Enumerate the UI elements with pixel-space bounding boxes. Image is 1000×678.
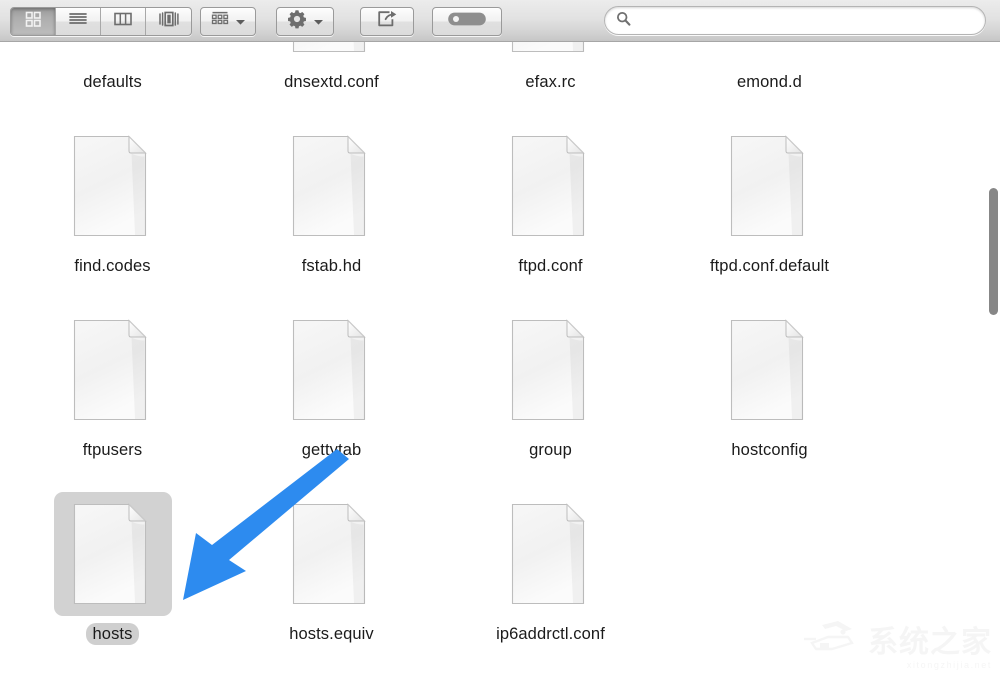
gear-icon — [286, 8, 308, 35]
file-item-label: ftpusers — [76, 439, 150, 461]
edit-tags-button-inner[interactable] — [433, 8, 501, 35]
file-item[interactable]: ftpd.conf.default — [660, 114, 879, 298]
document-icon-graphic — [510, 318, 592, 422]
document-icon-graphic — [72, 318, 154, 422]
view-mode-column-button[interactable] — [101, 8, 146, 35]
file-item[interactable]: ftpd.conf — [441, 114, 660, 298]
arrange-by-button-inner[interactable] — [201, 8, 255, 35]
file-item-label: ip6addrctl.conf — [489, 623, 612, 645]
chevron-down-icon — [235, 13, 246, 31]
file-item-empty — [660, 482, 879, 666]
document-icon — [492, 308, 610, 432]
document-icon-graphic — [729, 134, 811, 238]
share-button[interactable] — [360, 7, 414, 36]
document-icon-graphic — [291, 134, 373, 238]
view-mode-icon-button[interactable] — [11, 8, 56, 35]
document-icon-graphic — [72, 502, 154, 606]
file-item[interactable]: fstab.hd — [222, 114, 441, 298]
document-icon-graphic — [729, 318, 811, 422]
document-icon — [273, 124, 391, 248]
search-icon — [616, 11, 631, 31]
vertical-scrollbar-thumb[interactable] — [989, 188, 998, 315]
file-item-label: group — [522, 439, 579, 461]
arrange-grid-icon — [210, 10, 230, 33]
document-icon-graphic — [291, 502, 373, 606]
search-input[interactable] — [637, 13, 967, 28]
grid-four-squares-icon — [23, 9, 43, 34]
arrange-by-button[interactable] — [200, 7, 256, 36]
file-item-label: efax.rc — [518, 71, 582, 93]
icon-grid-row: defaults dnsextd.conf — [0, 42, 1000, 114]
document-icon — [54, 492, 172, 616]
file-item[interactable]: ip6addrctl.conf — [441, 482, 660, 666]
document-icon-graphic — [510, 42, 592, 54]
document-icon-graphic — [291, 318, 373, 422]
document-icon — [492, 124, 610, 248]
edit-tags-button[interactable] — [432, 7, 502, 36]
action-menu-button[interactable] — [276, 7, 334, 36]
file-item-label: gettytab — [295, 439, 369, 461]
share-button-inner[interactable] — [361, 8, 413, 35]
columns-icon — [112, 9, 134, 34]
file-item-label: emond.d — [730, 71, 809, 93]
document-icon-graphic — [291, 42, 373, 54]
file-item-label: hosts — [86, 623, 140, 645]
document-icon — [54, 308, 172, 432]
file-item[interactable]: dnsextd.conf — [222, 42, 441, 114]
vertical-scrollbar-track[interactable] — [985, 42, 1000, 678]
chevron-down-icon — [313, 13, 324, 31]
document-icon — [273, 42, 391, 64]
document-icon — [273, 308, 391, 432]
document-icon — [711, 308, 829, 432]
icon-grid-row: hosts hosts.equiv — [0, 482, 1000, 666]
finder-window: defaults dnsextd.conf — [0, 0, 1000, 678]
document-icon — [492, 492, 610, 616]
action-menu-button-inner[interactable] — [277, 8, 333, 35]
tag-icon — [447, 10, 487, 33]
file-item-label: dnsextd.conf — [277, 71, 386, 93]
finder-toolbar — [0, 0, 1000, 42]
folder-icon — [54, 42, 172, 64]
file-item[interactable]: efax.rc — [441, 42, 660, 114]
file-item[interactable]: gettytab — [222, 298, 441, 482]
file-browser-content[interactable]: defaults dnsextd.conf — [0, 42, 1000, 678]
folder-icon — [711, 42, 829, 64]
document-icon-graphic — [510, 502, 592, 606]
file-item[interactable]: defaults — [3, 42, 222, 114]
file-item-label: fstab.hd — [295, 255, 369, 277]
share-icon — [375, 9, 399, 34]
view-mode-list-button[interactable] — [56, 8, 101, 35]
document-icon — [711, 124, 829, 248]
file-item-label: find.codes — [67, 255, 157, 277]
file-item[interactable]: group — [441, 298, 660, 482]
icon-grid-row: ftpusers gettytab — [0, 298, 1000, 482]
file-item-label: hosts.equiv — [282, 623, 381, 645]
document-icon — [492, 42, 610, 64]
file-item-label: ftpd.conf.default — [703, 255, 836, 277]
document-icon — [273, 492, 391, 616]
view-mode-segmented-control[interactable] — [10, 7, 192, 36]
file-item[interactable]: hostconfig — [660, 298, 879, 482]
file-item-label: ftpd.conf — [511, 255, 589, 277]
file-item[interactable]: ftpusers — [3, 298, 222, 482]
file-item[interactable]: emond.d — [660, 42, 879, 114]
document-icon-graphic — [72, 134, 154, 238]
document-icon-graphic — [510, 134, 592, 238]
document-icon — [54, 124, 172, 248]
file-item-label: hostconfig — [724, 439, 814, 461]
file-item-label: defaults — [76, 71, 149, 93]
icon-grid-row: find.codes fstab.hd — [0, 114, 1000, 298]
search-field[interactable] — [604, 6, 986, 35]
list-lines-icon — [67, 9, 89, 34]
file-item[interactable]: find.codes — [3, 114, 222, 298]
icon-grid: defaults dnsextd.conf — [0, 42, 1000, 666]
coverflow-icon — [157, 9, 181, 34]
file-item[interactable]: hosts.equiv — [222, 482, 441, 666]
view-mode-coverflow-button[interactable] — [146, 8, 191, 35]
file-item[interactable]: hosts — [3, 482, 222, 666]
